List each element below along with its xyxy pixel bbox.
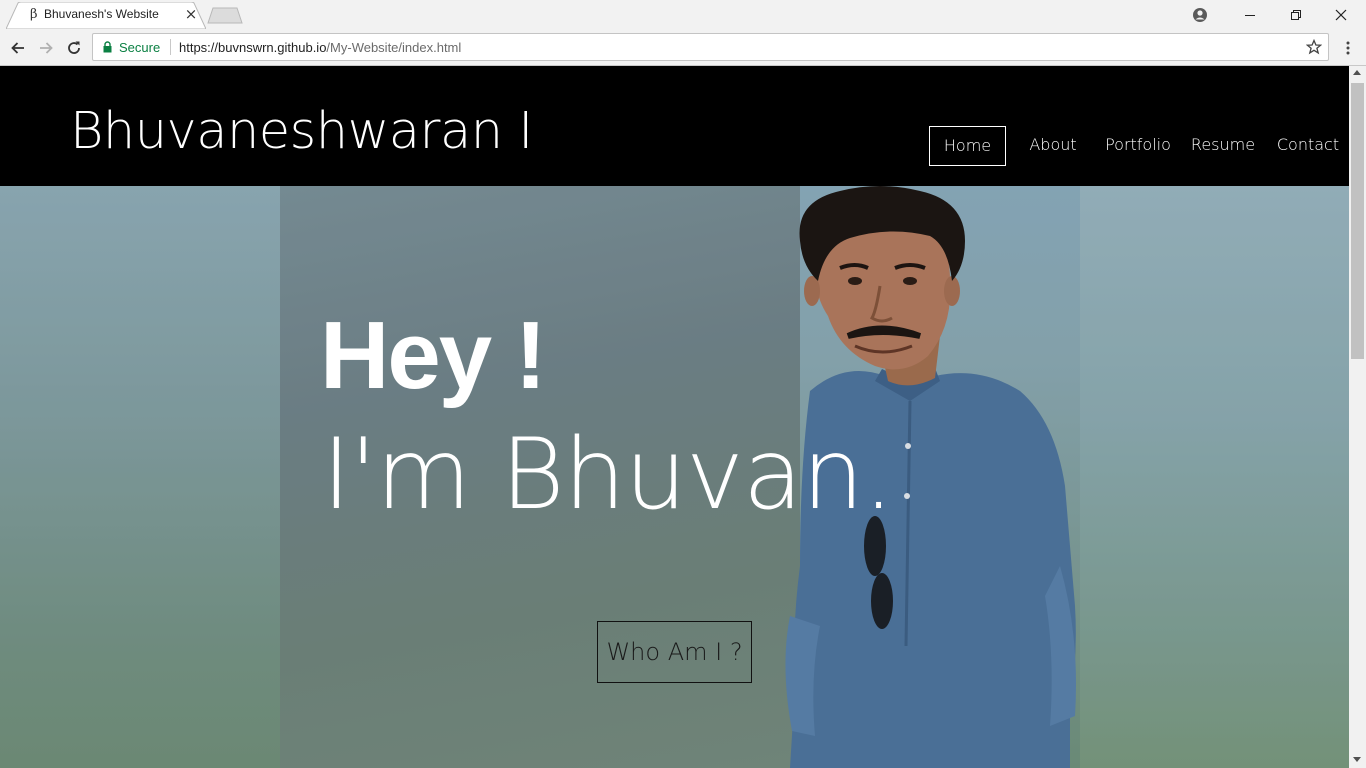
scroll-down-arrow-icon[interactable] <box>1353 757 1361 762</box>
nav-item-home[interactable]: Home <box>929 126 1006 166</box>
url-host: https://buvnswrn.github.io <box>179 40 327 55</box>
tab-close-icon[interactable]: × <box>184 5 198 23</box>
browser-menu-button[interactable] <box>1340 37 1356 59</box>
hero-section: Hey ! I'm Bhuvan. Who Am I ? <box>0 186 1349 768</box>
minimize-icon <box>1245 14 1255 16</box>
new-tab-button[interactable] <box>207 7 243 24</box>
profile-icon[interactable] <box>1190 5 1210 25</box>
menu-icon <box>1346 41 1350 55</box>
nav-item-about[interactable]: About <box>1022 126 1084 166</box>
browser-tab-strip: β Bhuvanesh's Website × <box>0 0 1366 29</box>
reload-icon <box>68 41 80 54</box>
hero-intro: I'm Bhuvan. <box>322 418 894 532</box>
back-icon <box>11 42 24 54</box>
main-nav: Home About Portfolio Resume Contact <box>0 126 1349 166</box>
secure-label: Secure <box>119 40 161 55</box>
tab-title: Bhuvanesh's Website <box>44 7 159 21</box>
nav-item-portfolio[interactable]: Portfolio <box>1103 126 1173 166</box>
forward-button[interactable] <box>35 37 57 59</box>
hero-greeting: Hey ! <box>320 302 547 409</box>
browser-tab-active[interactable]: β Bhuvanesh's Website × <box>6 2 206 29</box>
forward-icon <box>40 42 53 54</box>
minimize-button[interactable] <box>1227 0 1273 29</box>
browser-toolbar: Secure https://buvnswrn.github.io/My-Web… <box>0 29 1366 66</box>
url-path: /My-Website/index.html <box>326 40 462 55</box>
url-text[interactable]: https://buvnswrn.github.io/My-Website/in… <box>179 40 461 55</box>
site-header: Bhuvaneshwaran I Home About Portfolio Re… <box>0 66 1349 186</box>
close-window-button[interactable] <box>1318 0 1364 29</box>
nav-item-contact[interactable]: Contact <box>1274 126 1342 166</box>
page-viewport: Bhuvaneshwaran I Home About Portfolio Re… <box>0 66 1349 768</box>
address-divider <box>170 39 171 55</box>
address-bar[interactable]: Secure https://buvnswrn.github.io/My-Web… <box>92 33 1329 61</box>
who-am-i-button[interactable]: Who Am I ? <box>597 621 752 683</box>
page-scrollbar[interactable] <box>1349 66 1366 768</box>
bookmark-star-icon[interactable] <box>1306 39 1322 55</box>
scroll-thumb[interactable] <box>1351 83 1364 359</box>
nav-item-resume[interactable]: Resume <box>1188 126 1258 166</box>
close-icon <box>1335 9 1347 20</box>
restore-button[interactable] <box>1273 0 1319 29</box>
back-button[interactable] <box>7 37 29 59</box>
lock-icon <box>103 41 112 53</box>
tab-favicon: β <box>30 7 38 22</box>
restore-icon <box>1291 9 1301 20</box>
reload-button[interactable] <box>63 37 85 59</box>
scroll-up-arrow-icon[interactable] <box>1353 70 1361 75</box>
